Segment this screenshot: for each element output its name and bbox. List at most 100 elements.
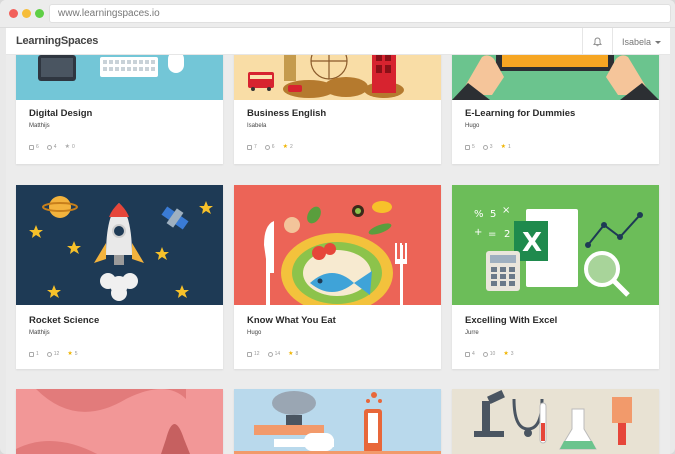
comment-count: 6 — [29, 144, 39, 150]
comment-icon — [465, 351, 470, 357]
star-icon: ★ — [503, 350, 509, 357]
member-count: 6 — [264, 144, 275, 150]
course-card[interactable] — [16, 389, 223, 454]
course-author: Hugo — [465, 123, 480, 129]
comment-count-value: 5 — [472, 144, 475, 150]
comment-icon — [247, 351, 252, 357]
member-count: 12 — [46, 351, 60, 357]
comment-count: 4 — [465, 351, 475, 357]
course-cover-image[interactable] — [16, 389, 223, 454]
people-icon — [46, 144, 52, 150]
course-author: Matthijs — [29, 330, 50, 336]
course-cover-image[interactable]: X % 5 × + = 2 — [452, 185, 659, 305]
people-icon — [482, 351, 488, 357]
close-window-button[interactable] — [9, 9, 18, 18]
course-title[interactable]: Know What You Eat — [247, 315, 336, 326]
star-icon: ★ — [288, 350, 294, 357]
people-icon — [267, 351, 273, 357]
star-count-value: 8 — [295, 351, 299, 357]
course-card[interactable]: X % 5 × + = 2 Excelling With Excel Jurre 4 10 ★… — [452, 185, 659, 369]
comment-count-value: 1 — [36, 351, 39, 357]
star-icon: ★ — [64, 143, 70, 150]
course-title[interactable]: Excelling With Excel — [465, 315, 557, 326]
maximize-window-button[interactable] — [35, 9, 44, 18]
course-card[interactable]: Business English Isabela 7 6 ★ 2 — [234, 55, 441, 164]
course-card[interactable]: Digital Design Matthijs 6 4 ★ 0 — [16, 55, 223, 164]
minimize-window-button[interactable] — [22, 9, 31, 18]
course-cover-image[interactable] — [234, 55, 441, 100]
address-bar[interactable]: www.learningspaces.io — [49, 4, 671, 23]
star-count-value: 0 — [71, 144, 75, 150]
star-count[interactable]: ★ 8 — [288, 350, 299, 358]
star-count-value: 5 — [74, 351, 78, 357]
comment-count: 5 — [465, 144, 475, 150]
star-count[interactable]: ★ 1 — [500, 143, 511, 151]
user-name: Isabela — [621, 36, 652, 47]
course-cover-image[interactable] — [234, 389, 441, 454]
course-card[interactable] — [452, 389, 659, 454]
star-count-value: 1 — [507, 144, 511, 150]
course-stats: 7 6 ★ 2 — [247, 144, 293, 150]
course-cover-image[interactable] — [452, 55, 659, 100]
svg-text:2: 2 — [504, 229, 510, 240]
star-icon: ★ — [67, 350, 73, 357]
star-count[interactable]: ★ 2 — [283, 144, 293, 151]
course-stats: 1 12 ★ 5 — [29, 351, 78, 357]
course-card[interactable]: Rocket Science Matthijs 1 12 ★ 5 — [16, 185, 223, 369]
comment-count: 7 — [247, 144, 257, 150]
course-cover-image[interactable] — [452, 389, 659, 454]
course-cover-image[interactable] — [16, 185, 223, 305]
svg-text:×: × — [502, 205, 510, 216]
course-illustration — [452, 55, 659, 100]
member-count-value: 12 — [53, 351, 60, 357]
star-count[interactable]: ★ 3 — [503, 350, 514, 358]
comment-count: 1 — [29, 351, 39, 357]
member-count: 3 — [482, 144, 493, 150]
member-count-value: 4 — [53, 144, 57, 150]
course-title[interactable]: Digital Design — [29, 108, 92, 119]
brand-logo[interactable]: LearningSpaces — [16, 35, 98, 47]
course-author: Isabela — [247, 123, 267, 129]
browser-chrome: www.learningspaces.io — [0, 0, 675, 28]
comment-count-value: 7 — [254, 144, 257, 150]
app-header: LearningSpaces Isabela — [6, 28, 670, 55]
course-card[interactable] — [234, 389, 441, 454]
member-count-value: 3 — [489, 144, 493, 150]
user-menu[interactable]: Isabela — [612, 28, 670, 55]
people-icon — [482, 144, 488, 150]
svg-text:5: 5 — [490, 209, 496, 220]
star-icon: ★ — [500, 143, 506, 150]
comment-icon — [465, 144, 470, 150]
comment-icon — [29, 144, 34, 150]
chevron-down-icon — [655, 40, 662, 44]
course-illustration — [264, 201, 407, 305]
member-count-value: 10 — [489, 351, 496, 357]
course-card[interactable]: Know What You Eat Hugo 12 14 ★ 8 — [234, 185, 441, 369]
comment-icon — [29, 351, 34, 357]
member-count: 4 — [46, 144, 57, 150]
course-card[interactable]: E-Learning for Dummies Hugo 5 3 ★ 1 — [452, 55, 659, 164]
course-cover-image[interactable] — [16, 55, 223, 100]
star-count-value: 3 — [510, 351, 514, 357]
course-illustration — [474, 389, 632, 450]
svg-text:=: = — [488, 229, 496, 240]
course-author: Hugo — [247, 330, 262, 336]
notifications-button[interactable] — [582, 28, 612, 55]
course-author: Matthijs — [29, 123, 50, 129]
comment-count-value: 6 — [36, 144, 39, 150]
star-count-value: 2 — [289, 144, 293, 150]
comment-icon — [247, 144, 252, 150]
people-icon — [46, 351, 52, 357]
star-count[interactable]: ★ 5 — [67, 350, 78, 358]
course-illustration: X % 5 × + = 2 — [474, 205, 643, 297]
svg-text:X: X — [522, 228, 542, 258]
course-stats: 6 4 ★ 0 — [29, 144, 75, 150]
comment-count: 12 — [247, 351, 260, 357]
course-title[interactable]: Rocket Science — [29, 315, 99, 326]
course-title[interactable]: Business English — [247, 108, 326, 119]
star-count[interactable]: ★ 0 — [64, 143, 75, 151]
course-title[interactable]: E-Learning for Dummies — [465, 108, 575, 119]
svg-text:%: % — [474, 209, 484, 220]
course-cover-image[interactable] — [234, 185, 441, 305]
member-count: 14 — [267, 351, 280, 357]
